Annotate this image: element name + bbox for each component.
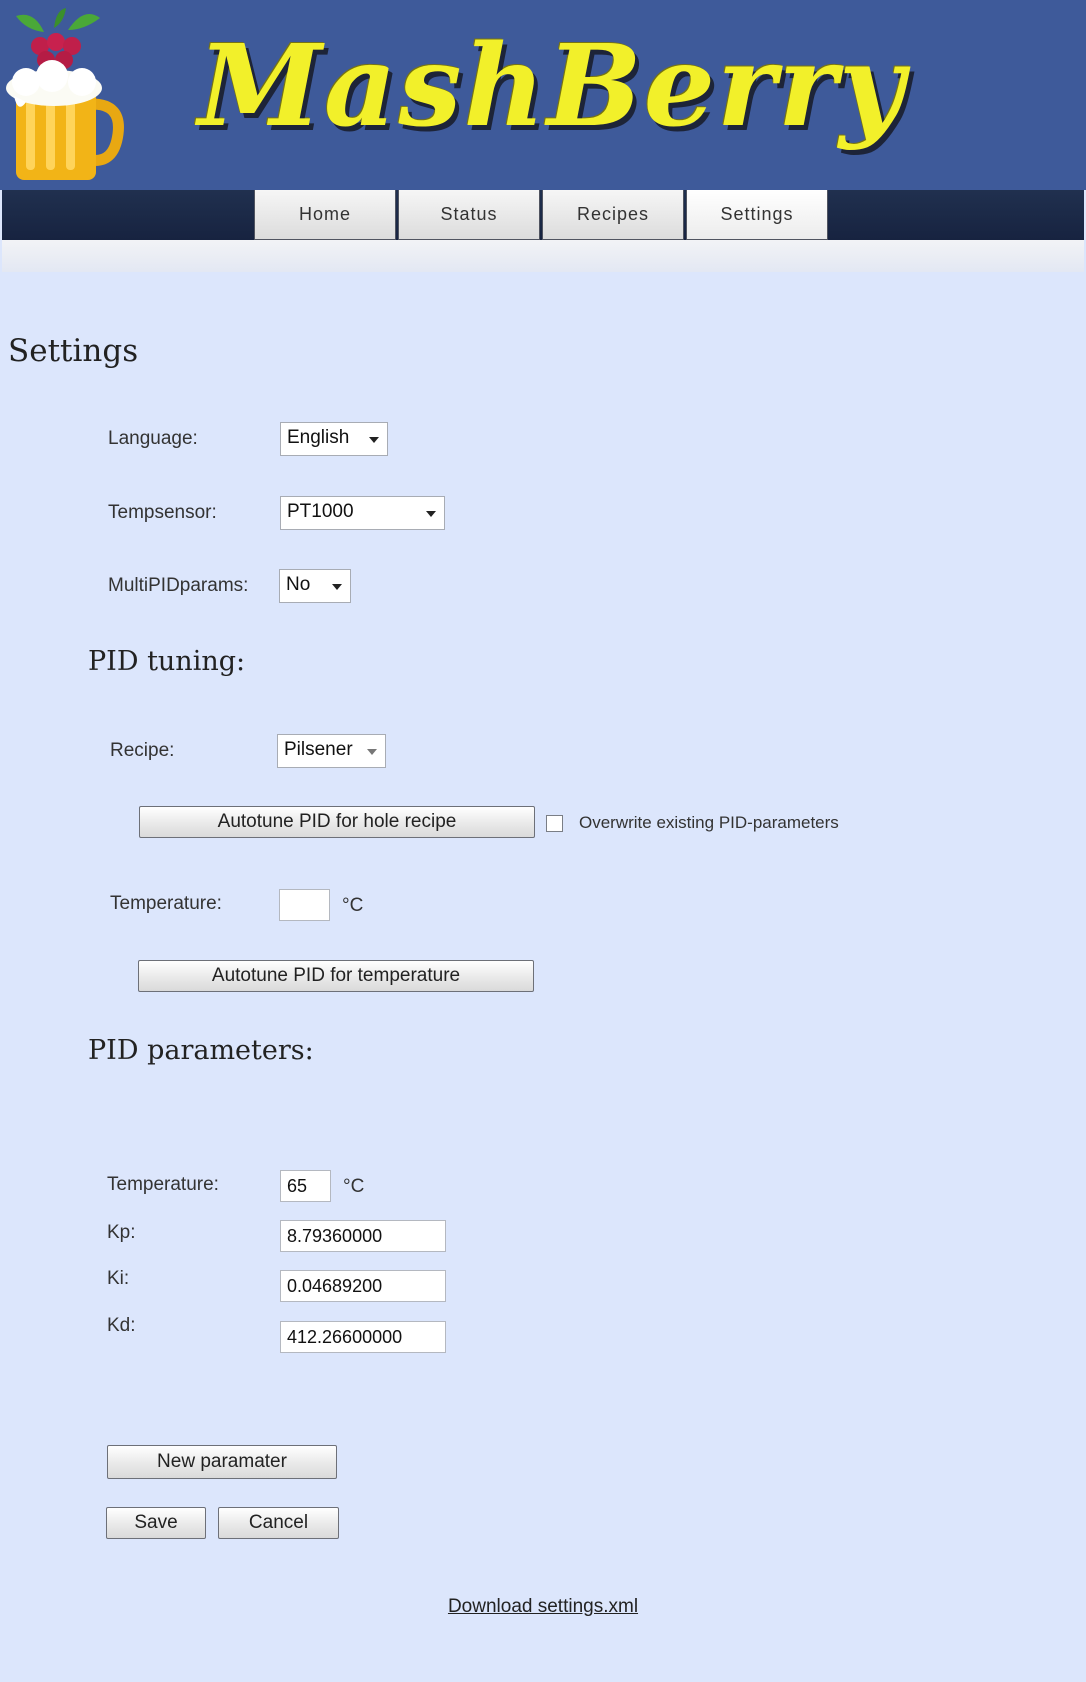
- recipe-select[interactable]: Pilsener: [277, 734, 386, 768]
- brand-logo-text: MashBerry: [198, 21, 907, 152]
- tempsensor-label: Tempsensor:: [108, 502, 217, 523]
- tempsensor-select[interactable]: PT1000: [280, 496, 445, 530]
- multipidparams-label: MultiPIDparams:: [108, 575, 249, 596]
- tab-home[interactable]: Home: [254, 190, 396, 240]
- tuning-temperature-unit: °C: [342, 895, 364, 916]
- dropdown-caret-icon: [367, 749, 377, 755]
- kp-input[interactable]: [280, 1220, 446, 1252]
- param-temperature-label: Temperature:: [107, 1174, 219, 1195]
- multipidparams-select-value: No: [286, 574, 311, 595]
- kp-label: Kp:: [107, 1222, 136, 1243]
- language-select[interactable]: English: [280, 422, 388, 456]
- new-parameter-button[interactable]: New paramater: [107, 1445, 337, 1479]
- recipe-label: Recipe:: [110, 740, 175, 761]
- ki-label: Ki:: [107, 1268, 130, 1289]
- main-navigation: Home Status Recipes Settings: [2, 190, 1084, 240]
- tab-recipes[interactable]: Recipes: [542, 190, 684, 240]
- raspberry-beer-mug-logo: [6, 8, 124, 180]
- overwrite-pid-checkbox[interactable]: [546, 815, 563, 832]
- dropdown-caret-icon: [426, 511, 436, 517]
- language-label: Language:: [108, 428, 198, 449]
- autotune-recipe-button[interactable]: Autotune PID for hole recipe: [139, 806, 535, 838]
- cancel-button[interactable]: Cancel: [218, 1507, 339, 1539]
- kd-label: Kd:: [107, 1315, 136, 1336]
- multipidparams-select[interactable]: No: [279, 569, 351, 603]
- tab-status[interactable]: Status: [398, 190, 540, 240]
- language-select-value: English: [287, 427, 350, 448]
- tuning-temperature-label: Temperature:: [110, 893, 222, 914]
- autotune-temperature-button[interactable]: Autotune PID for temperature: [138, 960, 534, 992]
- tuning-temperature-input[interactable]: [279, 889, 330, 921]
- page-title: Settings: [8, 333, 139, 369]
- pid-tuning-heading: PID tuning:: [88, 646, 246, 677]
- sub-navigation-bar: [2, 240, 1084, 272]
- download-settings-link-text[interactable]: Download settings.xml: [448, 1596, 638, 1617]
- recipe-select-value: Pilsener: [284, 739, 353, 760]
- kd-input[interactable]: [280, 1321, 446, 1353]
- tempsensor-select-value: PT1000: [287, 501, 354, 522]
- param-temperature-input[interactable]: [280, 1170, 331, 1202]
- overwrite-pid-label: Overwrite existing PID-parameters: [579, 813, 839, 832]
- download-settings-link[interactable]: Download settings.xml: [0, 1596, 1086, 1618]
- pid-parameters-heading: PID parameters:: [88, 1035, 314, 1066]
- dropdown-caret-icon: [369, 437, 379, 443]
- param-temperature-unit: °C: [343, 1176, 365, 1197]
- ki-input[interactable]: [280, 1270, 446, 1302]
- save-button[interactable]: Save: [106, 1507, 206, 1539]
- site-header: MashBerry: [0, 0, 1086, 190]
- dropdown-caret-icon: [332, 584, 342, 590]
- tab-settings[interactable]: Settings: [686, 190, 828, 240]
